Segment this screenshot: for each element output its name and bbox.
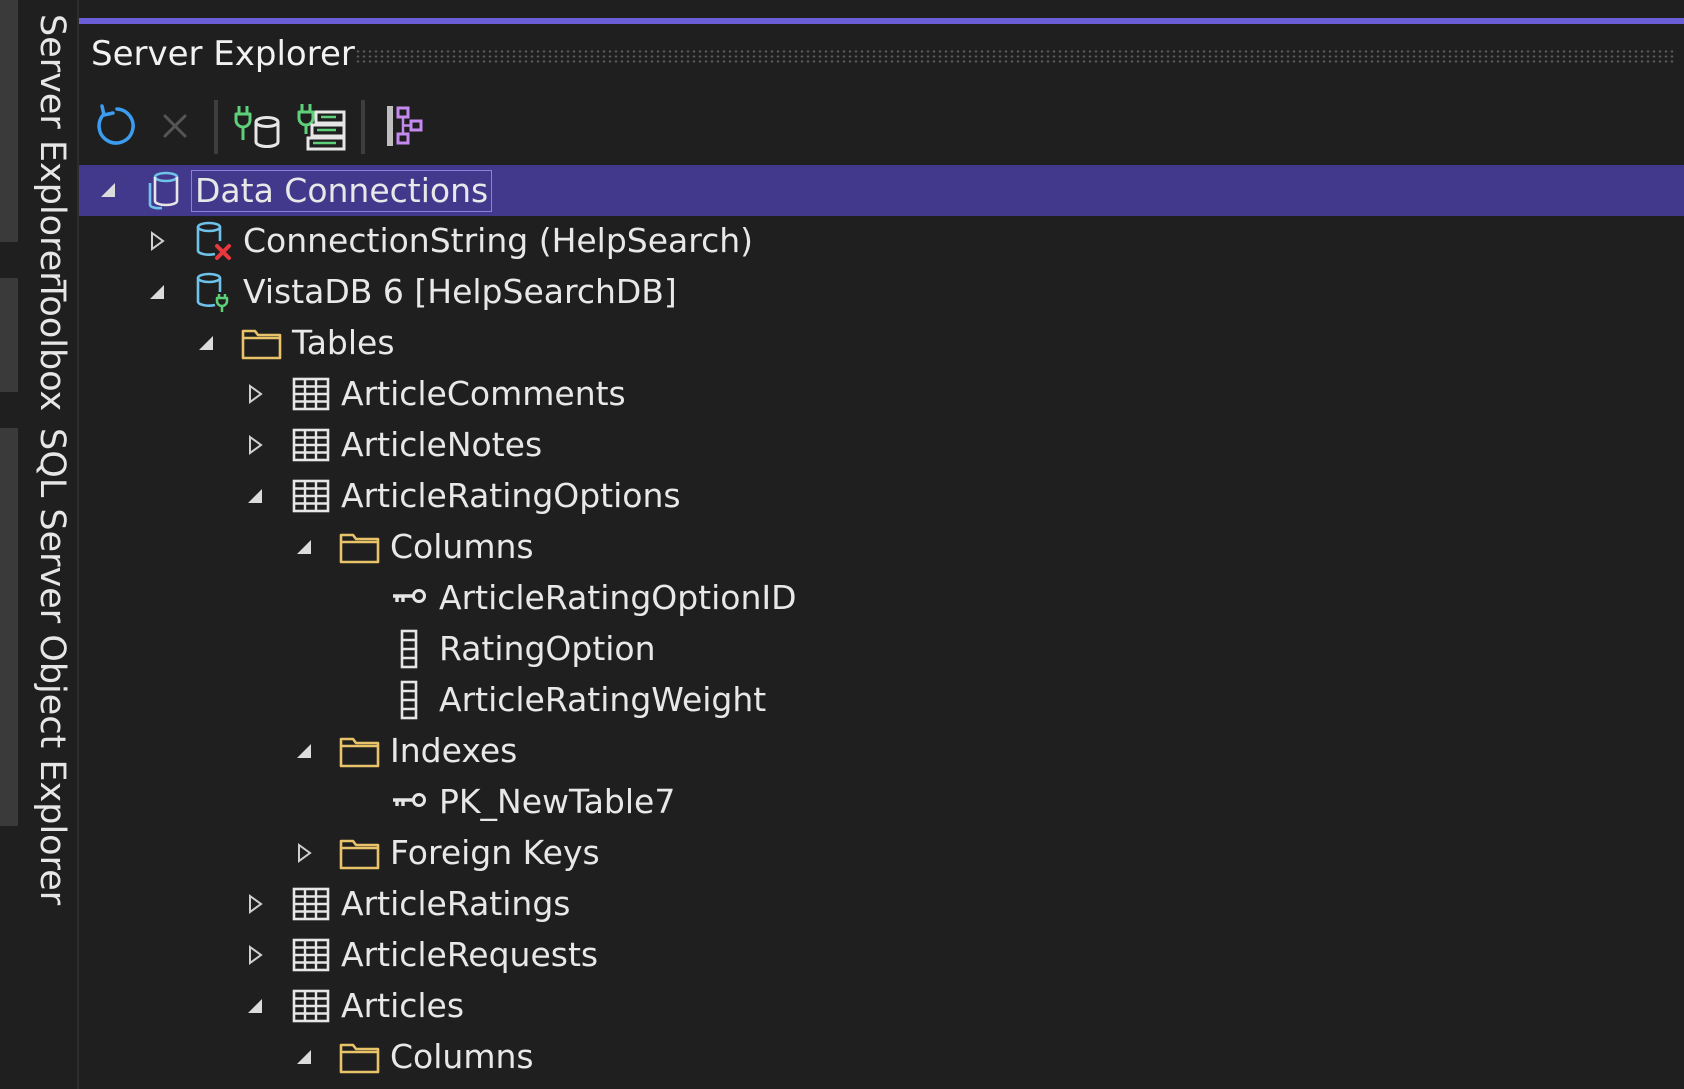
tree-node[interactable]: RatingOption xyxy=(79,624,1684,675)
collapse-caret-icon[interactable] xyxy=(146,281,168,303)
panel-title: Server Explorer xyxy=(91,34,355,74)
server-explorer-panel: Server Explorer Data Connections Connect… xyxy=(79,0,1684,1089)
tree-node[interactable]: VistaDB 6 [HelpSearchDB] xyxy=(79,267,1684,318)
dependency-diagram-icon xyxy=(387,106,423,146)
collapse-caret-icon[interactable] xyxy=(244,995,266,1017)
tree-node[interactable]: ConnectionString (HelpSearch) xyxy=(79,216,1684,267)
toolbar-separator xyxy=(361,100,365,154)
folder-icon xyxy=(338,1035,382,1079)
tree-node-label: Foreign Keys xyxy=(390,833,600,872)
folder-icon xyxy=(338,525,382,569)
tree-node[interactable]: ArticleRatings xyxy=(79,879,1684,930)
expand-caret-icon[interactable] xyxy=(293,842,315,864)
refresh-button[interactable] xyxy=(89,98,145,154)
toolbar-separator xyxy=(214,100,218,154)
tree-node-label: RatingOption xyxy=(439,629,656,668)
tree-node[interactable]: Columns xyxy=(79,1032,1684,1083)
tree-node[interactable]: Columns xyxy=(79,522,1684,573)
dock-tab-server-explorer[interactable]: Server Explorer xyxy=(28,14,76,286)
tree-node-label: Articles xyxy=(341,986,465,1025)
key-icon xyxy=(387,780,431,824)
tree-node[interactable]: Indexes xyxy=(79,726,1684,777)
expand-caret-icon[interactable] xyxy=(244,383,266,405)
tree-node-label: VistaDB 6 [HelpSearchDB] xyxy=(243,272,677,311)
table-icon xyxy=(289,933,333,977)
drag-grip[interactable] xyxy=(355,49,1675,63)
folder-icon xyxy=(338,831,382,875)
tree-node[interactable]: Foreign Keys xyxy=(79,828,1684,879)
tree-node[interactable]: ArticleNotes xyxy=(79,420,1684,471)
tree-node[interactable]: ArticleRatingOptions xyxy=(79,471,1684,522)
key-icon xyxy=(387,576,431,620)
tree-node[interactable]: ArticleRatingOptionID xyxy=(79,573,1684,624)
tree-node-label: ArticleRatingWeight xyxy=(439,680,767,719)
tree-node-label: ArticleRatingOptionID xyxy=(439,578,797,617)
table-icon xyxy=(289,882,333,926)
table-icon xyxy=(289,372,333,416)
connect-to-server-icon xyxy=(297,104,346,151)
tree-node-label: ArticleRequests xyxy=(341,935,599,974)
stop-button[interactable] xyxy=(147,98,203,154)
collapse-caret-icon[interactable] xyxy=(195,332,217,354)
collapse-caret-icon[interactable] xyxy=(97,179,119,201)
column-icon xyxy=(387,627,431,671)
expand-caret-icon[interactable] xyxy=(244,893,266,915)
tree-node-label: ConnectionString (HelpSearch) xyxy=(243,221,754,260)
dock-tab-sql-server-object-explorer[interactable]: SQL Server Object Explorer xyxy=(28,428,76,905)
dock-tab-marker xyxy=(0,0,18,242)
tree-node[interactable]: ArticleRequests xyxy=(79,930,1684,981)
tree-node[interactable]: PK_NewTable7 xyxy=(79,777,1684,828)
expand-caret-icon[interactable] xyxy=(146,230,168,252)
tree-node[interactable]: Articles xyxy=(79,981,1684,1032)
collapse-caret-icon[interactable] xyxy=(293,1046,315,1068)
connect-to-database-button[interactable] xyxy=(229,98,285,154)
tree-node-label: Columns xyxy=(390,1037,534,1076)
table-icon xyxy=(289,984,333,1028)
collapse-caret-icon[interactable] xyxy=(244,485,266,507)
tree-node-label: ArticleComments xyxy=(341,374,626,413)
tree-node-label: PK_NewTable7 xyxy=(439,782,676,821)
folder-icon xyxy=(240,321,284,365)
dependency-diagram-button[interactable] xyxy=(377,98,433,154)
table-icon xyxy=(289,423,333,467)
stop-icon xyxy=(163,114,187,138)
tree-node-label: Indexes xyxy=(390,731,518,770)
database-error-icon xyxy=(191,219,235,263)
connect-to-server-button[interactable] xyxy=(293,98,349,154)
tree-node[interactable]: ArticleRatingWeight xyxy=(79,675,1684,726)
column-icon xyxy=(387,678,431,722)
server-explorer-tree: Data Connections ConnectionString (HelpSe… xyxy=(79,165,1684,1083)
tree-node[interactable]: Data Connections xyxy=(79,165,1684,216)
connect-to-database-icon xyxy=(234,106,280,148)
expand-caret-icon[interactable] xyxy=(244,944,266,966)
collapse-caret-icon[interactable] xyxy=(293,740,315,762)
tool-window-dock: Server Explorer Toolbox SQL Server Objec… xyxy=(0,0,79,1089)
tree-node-label: Tables xyxy=(292,323,395,362)
refresh-icon xyxy=(97,104,135,145)
tree-node-label: ArticleRatingOptions xyxy=(341,476,681,515)
tree-node-label: Columns xyxy=(390,527,534,566)
dock-tab-toolbox[interactable]: Toolbox xyxy=(28,280,76,411)
panel-title-bar[interactable]: Server Explorer xyxy=(79,24,1684,88)
table-icon xyxy=(289,474,333,518)
folder-icon xyxy=(338,729,382,773)
tree-node[interactable]: ArticleComments xyxy=(79,369,1684,420)
tree-node-label: ArticleNotes xyxy=(341,425,543,464)
dock-tab-marker xyxy=(0,278,18,392)
dock-tab-marker xyxy=(0,428,18,826)
tree-node-label: ArticleRatings xyxy=(341,884,571,923)
panel-toolbar xyxy=(79,88,1684,164)
database-connected-icon xyxy=(191,270,235,314)
data-connections-icon xyxy=(142,168,186,212)
tree-node-label: Data Connections xyxy=(191,170,493,212)
collapse-caret-icon[interactable] xyxy=(293,536,315,558)
expand-caret-icon[interactable] xyxy=(244,434,266,456)
tree-node[interactable]: Tables xyxy=(79,318,1684,369)
